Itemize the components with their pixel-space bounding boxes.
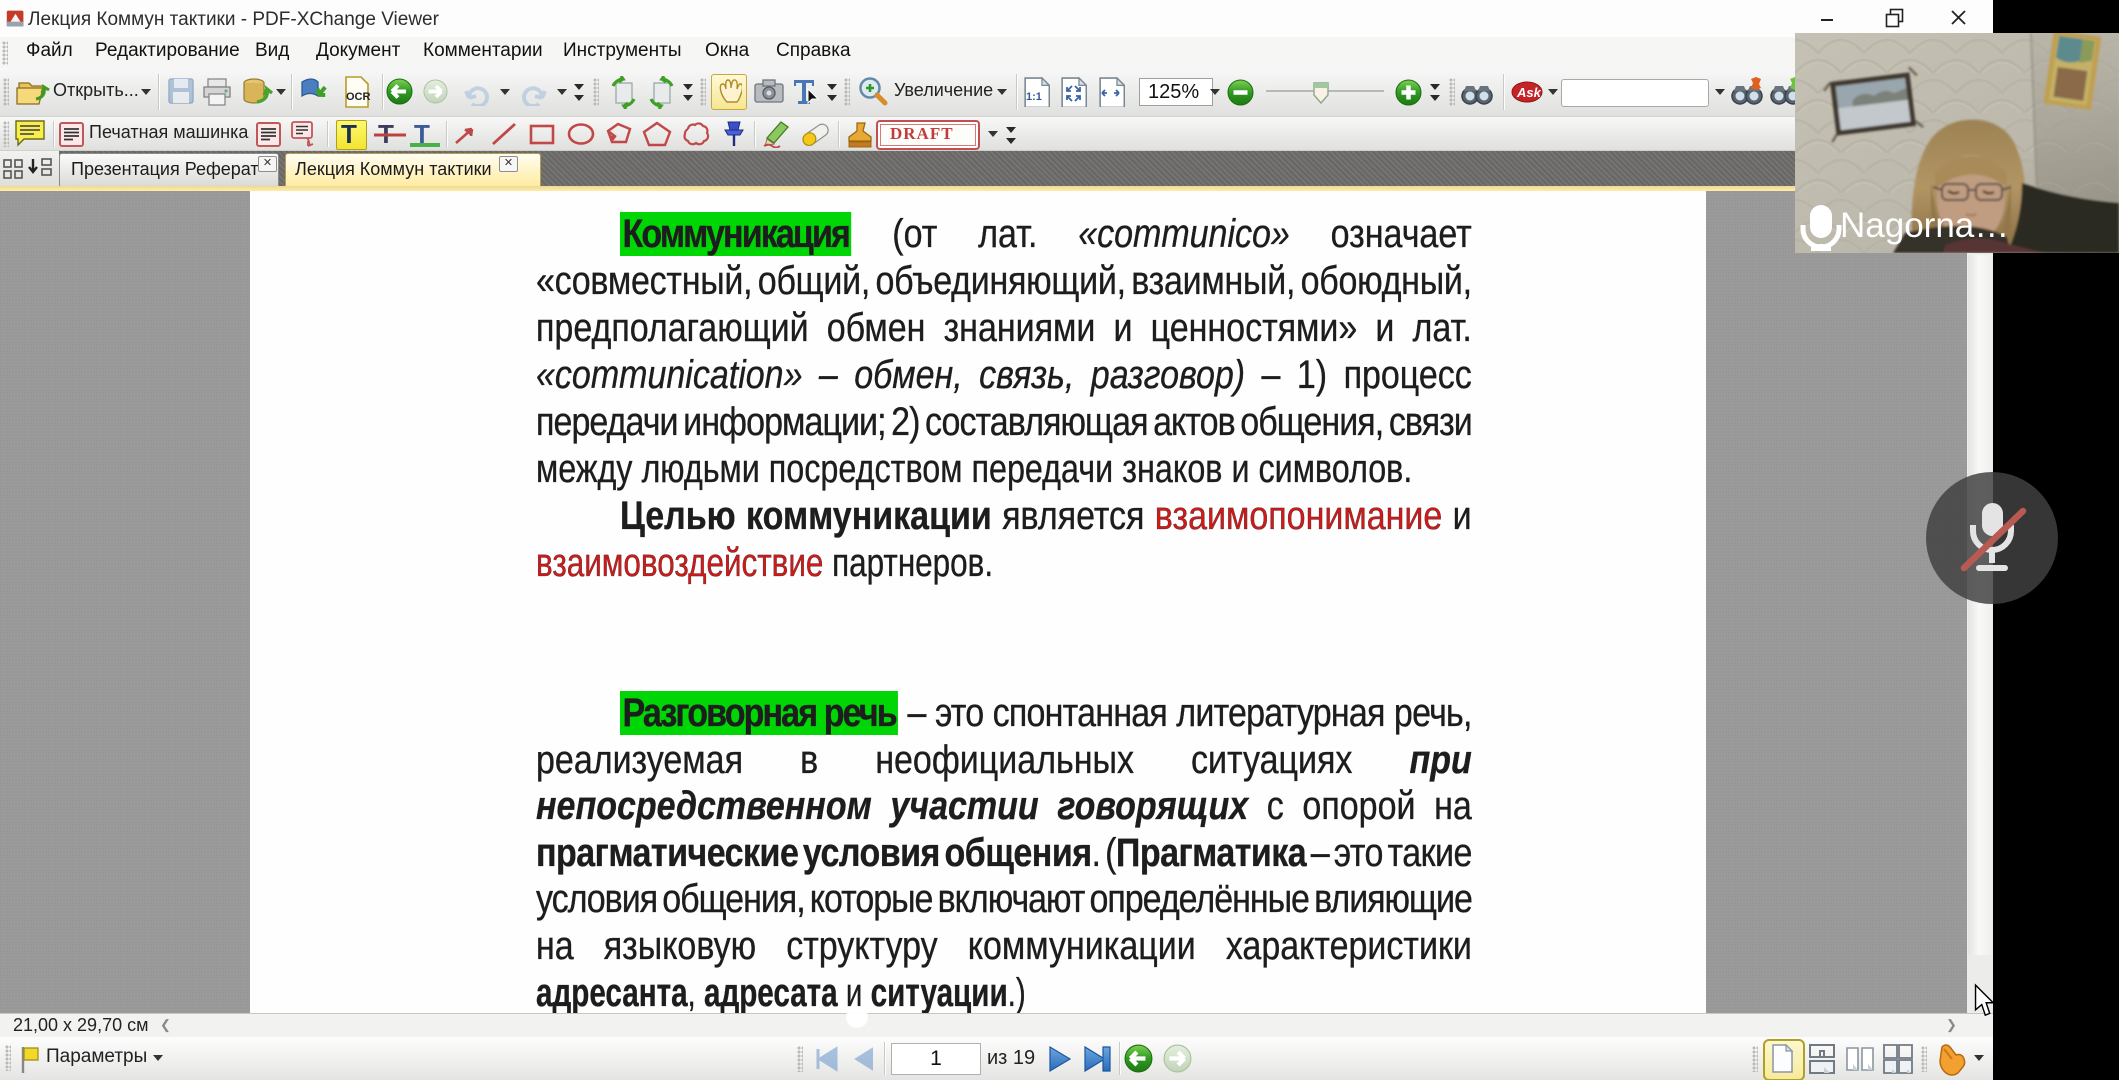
svg-text:1:1: 1:1	[1026, 91, 1042, 103]
svg-text:Nagorna…: Nagorna…	[1840, 206, 2009, 245]
svg-text:OCR: OCR	[346, 91, 371, 103]
svg-text:Ask: Ask	[1516, 85, 1542, 100]
